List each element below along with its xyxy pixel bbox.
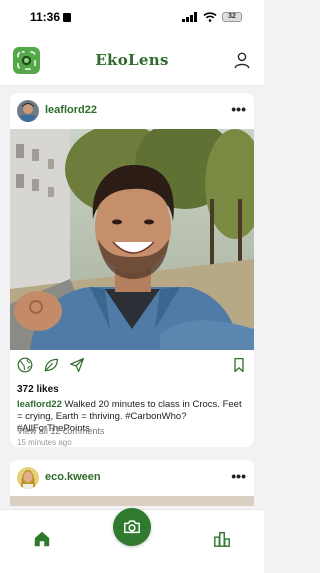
lock-icon [63,13,72,22]
signal-icon [182,12,197,22]
post-timestamp: 15 minutes ago [17,438,72,447]
view-comments-link[interactable]: View all 12 comments [17,426,104,436]
avatar[interactable] [17,100,39,122]
avatar[interactable] [17,467,39,489]
status-bar: 11:36 32 [0,0,264,36]
caption-username[interactable]: leaflord22 [17,399,62,410]
app-title: EkoLens [95,51,169,69]
leaf-icon[interactable] [43,357,59,373]
stats-icon[interactable] [213,530,231,548]
post-actions [10,355,254,377]
post-username[interactable]: leaflord22 [45,104,97,116]
post-card: eco.kween ••• [10,460,254,506]
profile-icon[interactable] [233,51,251,69]
post-image[interactable] [10,129,254,350]
status-indicators: 32 [182,11,242,23]
more-options-icon[interactable]: ••• [231,468,246,484]
feed[interactable]: leaflord22 ••• 372 likes leaflord22 Walk… [0,86,264,506]
post-header: eco.kween ••• [10,460,254,496]
battery-indicator: 32 [222,12,242,22]
status-time-text: 11:36 [30,10,61,24]
home-icon[interactable] [33,530,51,548]
share-icon[interactable] [69,357,85,373]
bookmark-icon[interactable] [231,357,247,373]
more-options-icon[interactable]: ••• [231,101,246,117]
camera-icon [124,520,140,534]
globe-icon[interactable] [17,357,33,373]
post-card: leaflord22 ••• 372 likes leaflord22 Walk… [10,93,254,447]
app-header: EkoLens [0,36,264,86]
post-username[interactable]: eco.kween [45,471,101,483]
camera-button[interactable] [113,508,151,546]
status-time: 11:36 [30,10,72,24]
post-header: leaflord22 ••• [10,93,254,129]
likes-count: 372 likes [17,384,59,395]
bottom-nav [0,508,264,573]
post-image[interactable] [10,496,254,506]
wifi-icon [203,12,217,22]
